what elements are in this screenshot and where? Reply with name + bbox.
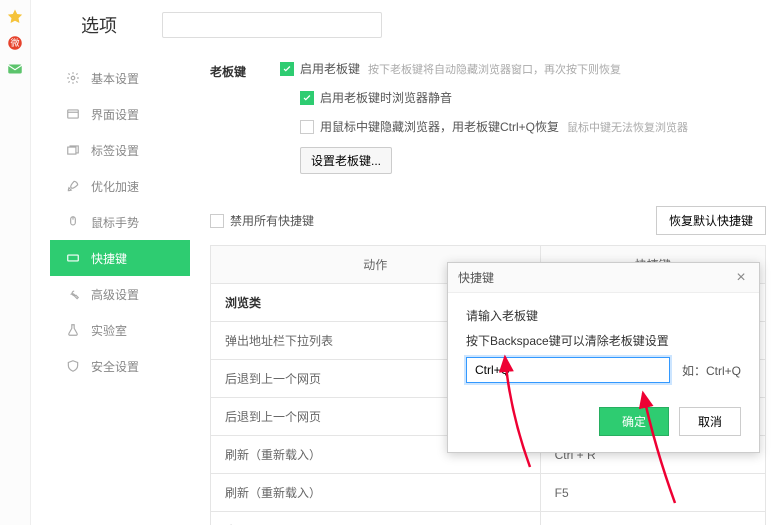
section-shortcuts-header: 禁用所有快捷键 恢复默认快捷键 [210, 206, 766, 235]
shield-icon [65, 358, 81, 374]
dialog-line2: 按下Backspace键可以清除老板键设置 [466, 332, 741, 349]
sidebar-item-label: 标签设置 [91, 142, 139, 159]
sidebar-item-mouse[interactable]: 鼠标手势 [50, 204, 190, 240]
sidebar-item-advanced[interactable]: 高级设置 [50, 276, 190, 312]
set-bosskey-button[interactable]: 设置老板键... [300, 147, 392, 174]
sidebar-item-label: 基本设置 [91, 70, 139, 87]
table-row[interactable]: 全屏显示F11 [211, 512, 766, 525]
sidebar-item-labs[interactable]: 实验室 [50, 312, 190, 348]
sidebar-item-security[interactable]: 安全设置 [50, 348, 190, 384]
shortcut-example: 如：Ctrl+Q [682, 362, 741, 379]
sidebar-item-ui[interactable]: 界面设置 [50, 96, 190, 132]
checkbox-mute[interactable] [300, 91, 314, 105]
section-title: 老板键 [210, 60, 280, 186]
sidebar-item-label: 高级设置 [91, 286, 139, 303]
sidebar-item-label: 优化加速 [91, 178, 139, 195]
rocket-icon [65, 178, 81, 194]
checkbox-disable-all[interactable] [210, 214, 224, 228]
restore-defaults-button[interactable]: 恢复默认快捷键 [656, 206, 766, 235]
table-row[interactable]: 刷新（重新载入）F5 [211, 474, 766, 512]
star-icon[interactable] [6, 8, 24, 26]
close-icon[interactable]: × [733, 270, 749, 286]
wrench-icon [65, 286, 81, 302]
option-hint: 鼠标中键无法恢复浏览器 [567, 119, 688, 135]
option-label: 用鼠标中键隐藏浏览器，用老板键Ctrl+Q恢复 [320, 118, 559, 135]
keyboard-icon [65, 250, 81, 266]
option-hint: 按下老板键将自动隐藏浏览器窗口，再次按下则恢复 [368, 61, 621, 77]
sidebar-item-label: 实验室 [91, 322, 127, 339]
tabs-icon [65, 142, 81, 158]
window-icon [65, 106, 81, 122]
dialog-title: 快捷键 [458, 269, 494, 286]
mail-icon[interactable] [6, 60, 24, 78]
option-label: 禁用所有快捷键 [230, 212, 314, 229]
sidebar-item-label: 鼠标手势 [91, 214, 139, 231]
svg-text:微: 微 [10, 37, 19, 48]
sidebar-item-label: 快捷键 [91, 250, 127, 267]
page-header: 选项 [31, 0, 776, 50]
checkbox-enable-bosskey[interactable] [280, 62, 294, 76]
shortcut-input[interactable] [466, 357, 670, 383]
sidebar-item-label: 界面设置 [91, 106, 139, 123]
section-bosskey: 老板键 启用老板键 按下老板键将自动隐藏浏览器窗口，再次按下则恢复 启用老板键时… [210, 60, 766, 186]
sidebar-item-shortcut[interactable]: 快捷键 [50, 240, 190, 276]
shortcut-dialog: 快捷键 × 请输入老板键 按下Backspace键可以清除老板键设置 如：Ctr… [447, 262, 760, 453]
weibo-icon[interactable]: 微 [6, 34, 24, 52]
sidebar-item-basic[interactable]: 基本设置 [50, 60, 190, 96]
checkbox-middleclick[interactable] [300, 120, 314, 134]
sidebar-item-tabs[interactable]: 标签设置 [50, 132, 190, 168]
settings-sidebar: 基本设置 界面设置 标签设置 优化加速 鼠标手势 快捷键 高级设置 实验室 安全… [50, 60, 190, 384]
page-title: 选项 [81, 12, 117, 38]
gear-icon [65, 70, 81, 86]
flask-icon [65, 322, 81, 338]
mouse-icon [65, 214, 81, 230]
sidebar-item-speed[interactable]: 优化加速 [50, 168, 190, 204]
cancel-button[interactable]: 取消 [679, 407, 741, 436]
dialog-line1: 请输入老板键 [466, 307, 741, 324]
ok-button[interactable]: 确定 [599, 407, 669, 436]
option-label: 启用老板键 [300, 60, 360, 77]
search-input[interactable] [162, 12, 382, 38]
sidebar-item-label: 安全设置 [91, 358, 139, 375]
app-left-rail: 微 [0, 0, 31, 525]
option-label: 启用老板键时浏览器静音 [320, 89, 452, 106]
